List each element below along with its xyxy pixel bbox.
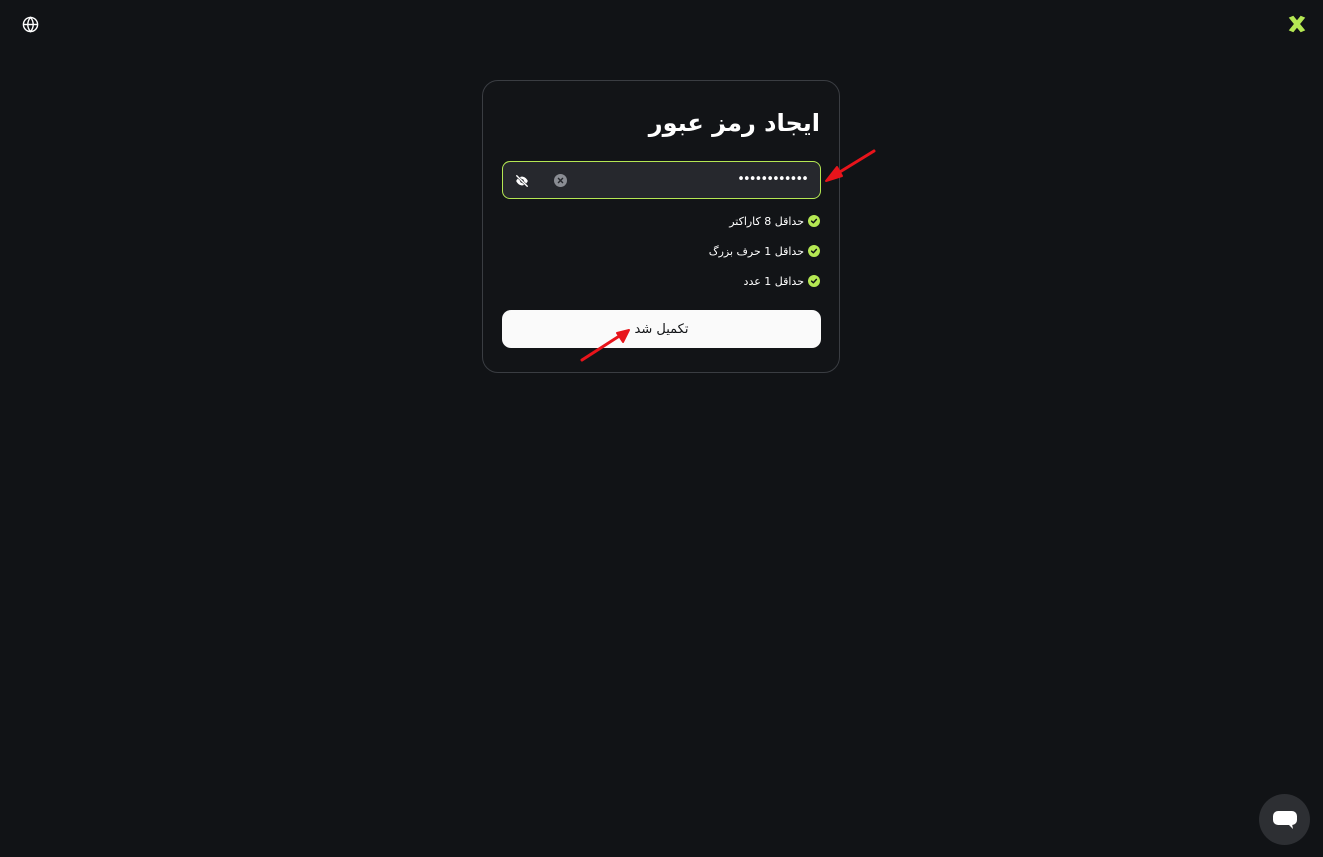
requirement-label: حداقل 1 حرف بزرگ [708, 244, 804, 258]
clear-input-button[interactable] [554, 174, 567, 187]
requirement-label: حداقل 8 کاراکتر [729, 214, 804, 228]
password-value: •••••••••••• [737, 172, 809, 187]
eye-off-icon [515, 174, 529, 188]
check-circle-icon [808, 245, 820, 257]
requirement-item: حداقل 8 کاراکتر [709, 213, 820, 229]
page: ایجاد رمز عبور •••••••••••• حداقل 8 کارا… [0, 0, 1323, 857]
requirement-item: حداقل 1 عدد [709, 273, 820, 289]
requirement-label: حداقل 1 عدد [743, 274, 804, 288]
globe-icon [22, 15, 38, 33]
create-password-card: ایجاد رمز عبور •••••••••••• حداقل 8 کارا… [482, 80, 840, 373]
password-requirements: حداقل 8 کاراکتر حداقل 1 حرف بزرگ حداقل 1… [709, 213, 820, 303]
submit-button[interactable]: تکمیل شد [502, 310, 821, 348]
chat-button[interactable] [1259, 794, 1310, 845]
clear-icon [557, 177, 564, 184]
check-circle-icon [808, 215, 820, 227]
toggle-visibility-button[interactable] [513, 172, 531, 190]
chat-bubble-icon [1272, 810, 1297, 829]
password-field[interactable]: •••••••••••• [502, 161, 821, 199]
language-button[interactable] [20, 14, 40, 34]
requirement-item: حداقل 1 حرف بزرگ [709, 243, 820, 259]
x-logo-icon [1288, 15, 1306, 33]
page-title: ایجاد رمز عبور [648, 109, 820, 137]
check-circle-icon [808, 275, 820, 287]
